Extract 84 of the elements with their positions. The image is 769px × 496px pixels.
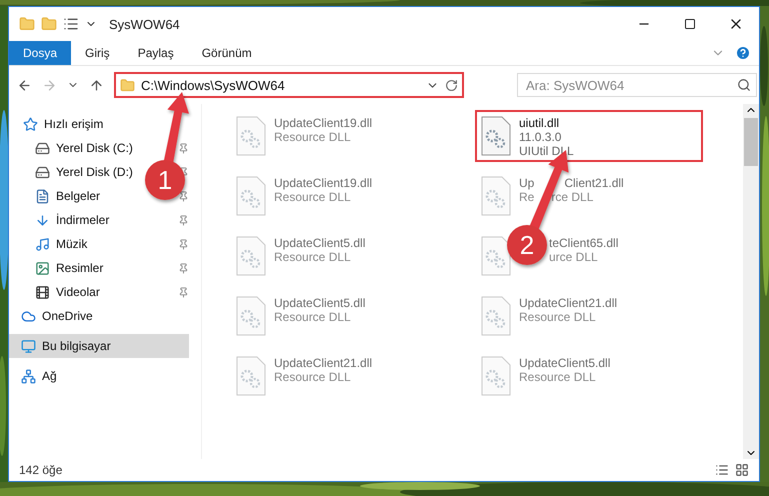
nav-item[interactable]: Videolar [9, 282, 104, 302]
ribbon-tab[interactable]: Görünüm [188, 41, 266, 65]
ribbon-tab[interactable]: Giriş [71, 41, 124, 65]
file-detail: urce DLL [549, 250, 598, 264]
dll-file-icon [236, 236, 266, 276]
file-name: Up [519, 176, 534, 190]
details-view-icon[interactable] [715, 463, 729, 477]
file-name: UpdateClient21.dll [519, 296, 618, 310]
pin-icon[interactable] [178, 190, 189, 202]
file-detail: Resource DLL [274, 190, 351, 204]
pin-icon[interactable] [178, 262, 189, 274]
file-detail: Resource DLL [274, 370, 351, 384]
dll-file-icon [236, 296, 266, 336]
pin-icon[interactable] [178, 214, 189, 226]
dll-file-icon [481, 236, 511, 276]
file-name: UpdateClient19.dll [274, 176, 372, 190]
cloud-icon [21, 308, 36, 324]
file-name: Client21.dll [564, 176, 624, 190]
pin-icon[interactable] [178, 286, 189, 298]
address-path: C:\Windows\SysWOW64 [141, 78, 286, 92]
pin-icon[interactable] [178, 238, 189, 250]
help-icon[interactable] [735, 45, 751, 61]
file-detail: Resource DLL [519, 370, 596, 384]
nav-item[interactable]: İndirmeler [9, 210, 114, 230]
dll-file-icon [481, 176, 511, 216]
window-title: SysWOW64 [109, 16, 180, 32]
callout-badge [507, 225, 547, 265]
item-count: 142 öğe [19, 463, 62, 477]
file-name: UpdateClient5.dll [274, 236, 366, 250]
file-name: UpdateClient5.dll [519, 356, 610, 370]
dll-file-icon [481, 296, 511, 336]
music-icon [35, 236, 50, 252]
drive-icon [35, 140, 50, 156]
dll-file-icon [236, 176, 266, 216]
nav-item[interactable]: Yerel Disk (D:) [9, 162, 137, 182]
document-icon [35, 188, 50, 204]
large-icons-view-icon[interactable] [735, 463, 749, 477]
file-name: UpdateClient19.dll [274, 116, 372, 130]
nav-item[interactable]: Belgeler [9, 186, 104, 206]
dll-file-icon [236, 116, 266, 156]
nav-item[interactable]: OneDrive [9, 306, 97, 326]
up-icon[interactable] [89, 78, 104, 92]
computer-icon [21, 338, 36, 354]
properties-icon[interactable] [63, 16, 79, 32]
nav-item[interactable]: Müzik [9, 234, 92, 254]
callout-badge [145, 160, 185, 200]
file-detail: 11.0.3.0 [519, 130, 562, 144]
file-detail: Resource DLL [274, 130, 351, 144]
dll-file-icon [481, 356, 511, 396]
ribbon-tab[interactable]: Dosya [9, 41, 72, 65]
file-name: UpdateClient5.dll [274, 296, 366, 310]
nav-item[interactable]: Bu bilgisayar [9, 334, 189, 358]
download-icon [35, 212, 50, 228]
search-field[interactable]: Ara: SysWOW64 [517, 73, 757, 97]
file-detail: Re [519, 190, 534, 204]
file-detail: Resource DLL [274, 310, 351, 324]
maximize-icon [684, 18, 696, 30]
drive-icon [35, 164, 50, 180]
nav-item[interactable]: Hızlı erişim [9, 114, 108, 134]
scroll-thumb[interactable] [744, 118, 758, 166]
nav-item[interactable]: Ağ [9, 366, 61, 386]
dll-file-icon [236, 356, 266, 396]
callout-number: 1 [158, 165, 172, 195]
file-detail: Resource DLL [519, 310, 596, 324]
file-name: teClient65.dll [549, 236, 618, 250]
scrollbar[interactable] [743, 104, 759, 459]
file-detail: rce DLL [551, 190, 594, 204]
file-name: UpdateClient21.dll [274, 356, 372, 370]
file-name: uiutil.dll [519, 116, 560, 130]
nav-item[interactable]: Yerel Disk (C:) [9, 138, 137, 158]
nav-item[interactable]: Resimler [9, 258, 108, 278]
file-detail: Resource DLL [274, 250, 351, 264]
star-icon [23, 116, 38, 132]
folder-icon [120, 78, 135, 92]
address-bar[interactable]: C:\Windows\SysWOW64 [114, 72, 464, 98]
back-icon[interactable] [17, 78, 32, 92]
dll-file-icon [481, 116, 511, 156]
network-icon [21, 368, 36, 384]
film-icon [35, 284, 50, 300]
pin-icon[interactable] [178, 142, 189, 154]
refresh-icon[interactable] [445, 78, 458, 92]
ribbon-tab[interactable]: Paylaş [124, 41, 188, 65]
callout-number: 2 [520, 230, 534, 260]
image-icon [35, 260, 50, 276]
